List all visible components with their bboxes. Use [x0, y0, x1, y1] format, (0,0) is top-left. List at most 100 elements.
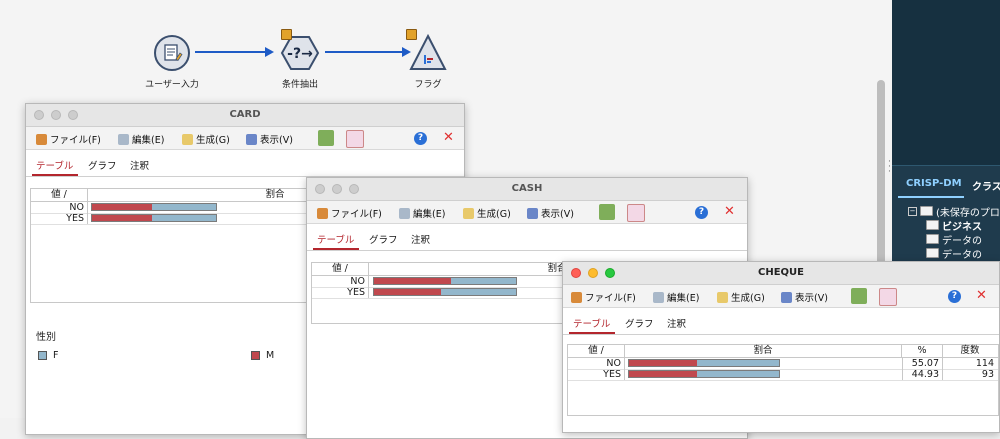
generate-icon [717, 291, 728, 303]
tree-item-data-2[interactable]: データの [908, 246, 1000, 260]
tab-graph[interactable]: グラフ [625, 316, 654, 330]
tab-table[interactable]: テーブル [36, 158, 73, 172]
column-header-value[interactable]: 値 / [31, 189, 88, 201]
flag-node-icon [406, 29, 448, 73]
close-icon[interactable]: ✕ [976, 288, 987, 303]
active-tab-indicator [898, 196, 964, 198]
collapse-icon[interactable]: − [908, 206, 917, 216]
tab-crisp-dm[interactable]: CRISP-DM [906, 178, 962, 189]
menu-file[interactable]: ファイル(F) [317, 206, 382, 220]
help-icon[interactable]: ? [414, 132, 427, 145]
node-label: フラグ [414, 80, 442, 90]
tree-item-project[interactable]: − (未保存のプロ [908, 204, 1000, 218]
table-row[interactable]: YES 44.93 93 [568, 369, 998, 381]
title-bar[interactable]: CHEQUE [563, 262, 999, 285]
menu-generate[interactable]: 生成(G) [463, 206, 511, 220]
sort-icon[interactable] [627, 204, 645, 222]
project-tree: − (未保存のプロ ビジネス データの データの [908, 204, 1000, 260]
bar-segment-m [629, 360, 697, 366]
bar-segment-f [450, 278, 516, 284]
window-title: CHEQUE [758, 267, 804, 278]
row-value-label: NO [312, 276, 369, 287]
percent-cell: 44.93 [902, 369, 943, 380]
tab-strip: テーブル グラフ 注釈 [563, 308, 999, 335]
cache-badge-icon [406, 29, 417, 40]
file-icon [571, 291, 582, 303]
count-cell: 114 [975, 358, 994, 369]
tab-table[interactable]: テーブル [317, 232, 354, 246]
stacked-ratio-bar [91, 203, 217, 211]
sort-icon[interactable] [879, 288, 897, 306]
user-input-node[interactable]: ユーザー入力 [127, 33, 217, 90]
bar-segment-f [151, 204, 216, 210]
tab-annotation[interactable]: 注釈 [667, 316, 686, 330]
close-icon[interactable]: ✕ [443, 130, 454, 145]
menu-generate[interactable]: 生成(G) [182, 132, 230, 146]
column-header-count[interactable]: 度数 [943, 345, 997, 357]
cheque-window: CHEQUE ファイル(F) 編集(E) 生成(G) 表示(V) ? ✕ テーブ… [562, 261, 1000, 433]
percent-cell: 55.07 [902, 358, 943, 369]
menu-bar: ファイル(F) 編集(E) 生成(G) 表示(V) ? ✕ [563, 285, 999, 308]
window-title: CARD [229, 109, 261, 120]
tab-graph[interactable]: グラフ [369, 232, 398, 246]
help-icon[interactable]: ? [948, 290, 961, 303]
node-label: 条件抽出 [281, 80, 318, 90]
menu-file[interactable]: ファイル(F) [36, 132, 101, 146]
export-icon[interactable] [318, 130, 334, 146]
svg-text:-?→: -?→ [287, 46, 313, 62]
tab-table[interactable]: テーブル [573, 316, 610, 330]
close-icon[interactable]: ✕ [724, 204, 735, 219]
folder-icon [926, 220, 939, 230]
menu-bar: ファイル(F) 編集(E) 生成(G) 表示(V) ? ✕ [307, 201, 747, 224]
bar-segment-f [696, 360, 779, 366]
select-node-icon: -?→ [280, 29, 320, 73]
column-header-value[interactable]: 値 / [312, 263, 369, 275]
tab-class[interactable]: クラス [972, 178, 1000, 193]
menu-edit[interactable]: 編集(E) [118, 132, 164, 146]
panel-divider-handle[interactable]: · · · [888, 158, 891, 177]
tab-strip: テーブル グラフ 注釈 [307, 224, 747, 251]
menu-view[interactable]: 表示(V) [246, 132, 293, 146]
sort-icon[interactable] [346, 130, 364, 148]
column-header-ratio[interactable]: 割合 [625, 345, 902, 357]
menu-file[interactable]: ファイル(F) [571, 290, 636, 304]
export-icon[interactable] [599, 204, 615, 220]
tree-item-business[interactable]: ビジネス [908, 218, 1000, 232]
select-node[interactable]: -?→ 条件抽出 [255, 29, 345, 90]
title-bar[interactable]: CASH [307, 178, 747, 201]
menu-view[interactable]: 表示(V) [527, 206, 574, 220]
flag-node[interactable]: フラグ [383, 29, 473, 90]
bar-segment-m [92, 215, 152, 221]
menu-bar: ファイル(F) 編集(E) 生成(G) 表示(V) ? ✕ [26, 127, 464, 150]
menu-edit[interactable]: 編集(E) [399, 206, 445, 220]
tab-graph[interactable]: グラフ [88, 158, 117, 172]
count-cell: 93 [981, 369, 994, 380]
active-tab-indicator [32, 174, 78, 176]
row-value-label: YES [31, 213, 88, 224]
legend-swatch [251, 351, 260, 360]
side-panel-top [892, 0, 1000, 166]
bar-segment-m [629, 371, 697, 377]
bar-segment-f [151, 215, 216, 221]
tab-annotation[interactable]: 注釈 [411, 232, 430, 246]
stacked-ratio-bar [373, 277, 517, 285]
menu-generate[interactable]: 生成(G) [717, 290, 765, 304]
stacked-ratio-bar [91, 214, 217, 222]
column-header-value[interactable]: 値 / [568, 345, 625, 357]
row-value-label: NO [568, 358, 625, 369]
help-icon[interactable]: ? [695, 206, 708, 219]
legend-swatch [38, 351, 47, 360]
title-bar[interactable]: CARD [26, 104, 464, 127]
export-icon[interactable] [851, 288, 867, 304]
menu-view[interactable]: 表示(V) [781, 290, 828, 304]
row-value-label: YES [312, 287, 369, 298]
folder-icon [926, 234, 939, 244]
tree-item-data-1[interactable]: データの [908, 232, 1000, 246]
column-header-percent[interactable]: % [902, 345, 943, 357]
distribution-table: 値 / 割合 % 度数 NO 55.07 114 YES 44.93 93 [567, 344, 999, 416]
menu-edit[interactable]: 編集(E) [653, 290, 699, 304]
tab-annotation[interactable]: 注釈 [130, 158, 149, 172]
edit-icon [118, 133, 129, 145]
active-tab-indicator [313, 248, 359, 250]
file-icon [36, 133, 47, 145]
